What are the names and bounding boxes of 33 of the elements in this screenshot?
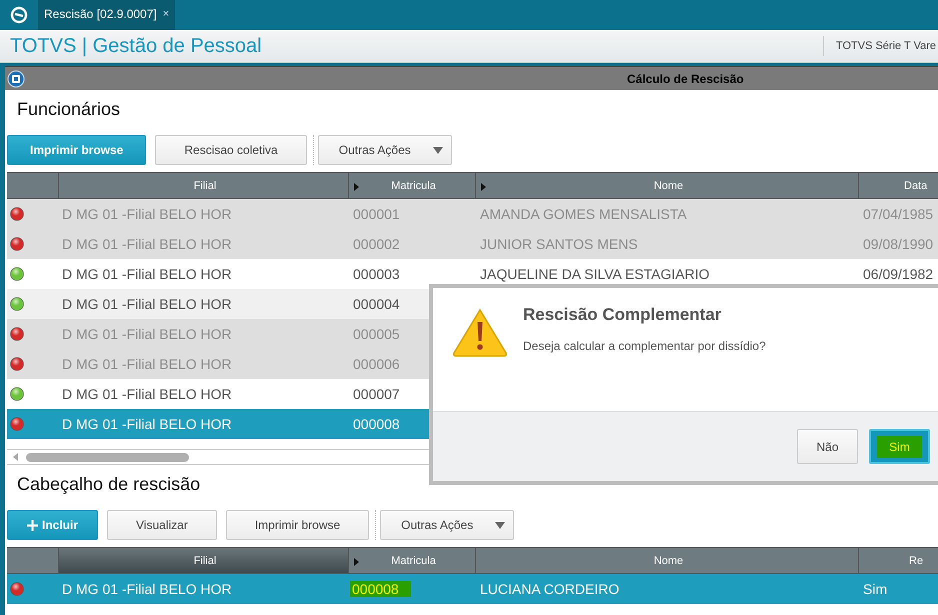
table-cell: 000001	[353, 206, 400, 222]
table-cell: 07/04/1985	[863, 206, 934, 222]
table-cell: D MG 01 -Filial BELO HOR	[62, 416, 232, 432]
table-cell: 000005	[353, 326, 400, 342]
table-cell: JUNIOR SANTOS MENS	[480, 236, 638, 252]
table-cell: D MG 01 -Filial BELO HOR	[62, 386, 232, 402]
table-cell: D MG 01 -Filial BELO HOR	[62, 356, 232, 372]
table-cell: D MG 01 -Filial BELO HOR	[62, 236, 232, 252]
table-cell: 000002	[353, 236, 400, 252]
dialog-title: Rescisão Complementar	[523, 305, 722, 325]
table-cell: D MG 01 -Filial BELO HOR	[62, 581, 232, 597]
table-cell: Sim	[863, 581, 888, 597]
app-title: TOTVS | Gestão de Pessoal	[10, 34, 262, 58]
window-title: Cálculo de Rescisão	[627, 72, 744, 86]
table-cell: LUCIANA CORDEIRO	[480, 581, 620, 597]
table-cell: AMANDA GOMES MENSALISTA	[480, 206, 687, 222]
table-cell: 09/08/1990	[863, 236, 934, 252]
table-cell: 000007	[353, 386, 400, 402]
environment-label: TOTVS Série T Vare	[822, 36, 938, 56]
table-cell: 000006	[353, 356, 400, 372]
table-cell: JAQUELINE DA SILVA ESTAGIARIO	[480, 266, 710, 282]
section-title: Cabeçalho de rescisão	[16, 473, 202, 496]
table-cell: 06/09/1982	[863, 266, 934, 282]
dialog-message: Deseja calcular a complementar por dissídio?	[523, 339, 766, 353]
table-cell: 000003	[353, 266, 400, 282]
section-title: Funcionários	[16, 98, 122, 121]
table-cell: D MG 01 -Filial BELO HOR	[62, 266, 232, 282]
table-cell: 000004	[353, 296, 400, 312]
table-cell: 000008	[353, 416, 400, 432]
table-cell: 000008	[350, 581, 411, 597]
table-cell: D MG 01 -Filial BELO HOR	[62, 326, 232, 342]
table-cell: D MG 01 -Filial BELO HOR	[62, 296, 232, 312]
table-cell: D MG 01 -Filial BELO HOR	[62, 206, 232, 222]
